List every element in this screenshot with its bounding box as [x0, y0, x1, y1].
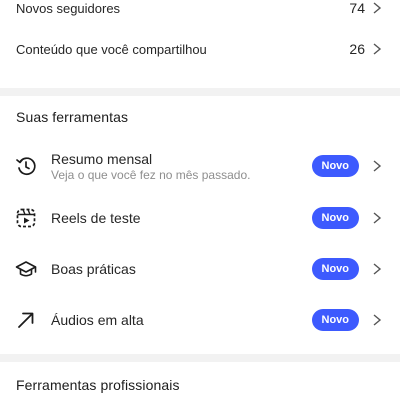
section-title-professional-tools: Ferramentas profissionais: [16, 377, 180, 393]
chevron-right-icon: [371, 211, 383, 225]
tool-title: Reels de teste: [51, 210, 141, 226]
section-divider: [0, 354, 400, 362]
tool-title: Resumo mensal: [51, 150, 153, 167]
stat-label: Novos seguidores: [16, 0, 121, 16]
chevron-right-icon: [371, 159, 383, 173]
reels-icon: [14, 206, 38, 230]
new-badge: Novo: [311, 155, 359, 177]
tool-row-monthly-summary[interactable]: Resumo mensal Veja o que você fez no mês…: [0, 146, 400, 186]
tool-row-test-reels[interactable]: Reels de teste Novo: [0, 198, 400, 238]
trending-arrow-icon: [14, 308, 38, 332]
section-divider: [0, 88, 400, 96]
stat-value: 74: [349, 0, 365, 16]
stat-row-shared-content[interactable]: Conteúdo que você compartilhou 26: [0, 35, 400, 63]
tool-row-best-practices[interactable]: Boas práticas Novo: [0, 249, 400, 289]
stat-value: 26: [349, 41, 365, 57]
new-badge: Novo: [311, 258, 359, 280]
graduation-cap-icon: [14, 257, 38, 281]
new-badge: Novo: [311, 207, 359, 229]
tool-title: Boas práticas: [51, 261, 136, 277]
stat-row-new-followers[interactable]: Novos seguidores 74: [0, 0, 400, 22]
history-icon: [14, 154, 38, 178]
stat-label: Conteúdo que você compartilhou: [16, 41, 207, 57]
section-title-your-tools: Suas ferramentas: [16, 109, 129, 125]
chevron-right-icon: [371, 42, 383, 56]
tool-title: Áudios em alta: [51, 312, 144, 328]
chevron-right-icon: [371, 1, 383, 15]
chevron-right-icon: [371, 262, 383, 276]
new-badge: Novo: [311, 309, 359, 331]
tool-row-trending-audio[interactable]: Áudios em alta Novo: [0, 300, 400, 340]
tool-subtitle: Veja o que você fez no mês passado.: [51, 167, 251, 182]
chevron-right-icon: [371, 313, 383, 327]
